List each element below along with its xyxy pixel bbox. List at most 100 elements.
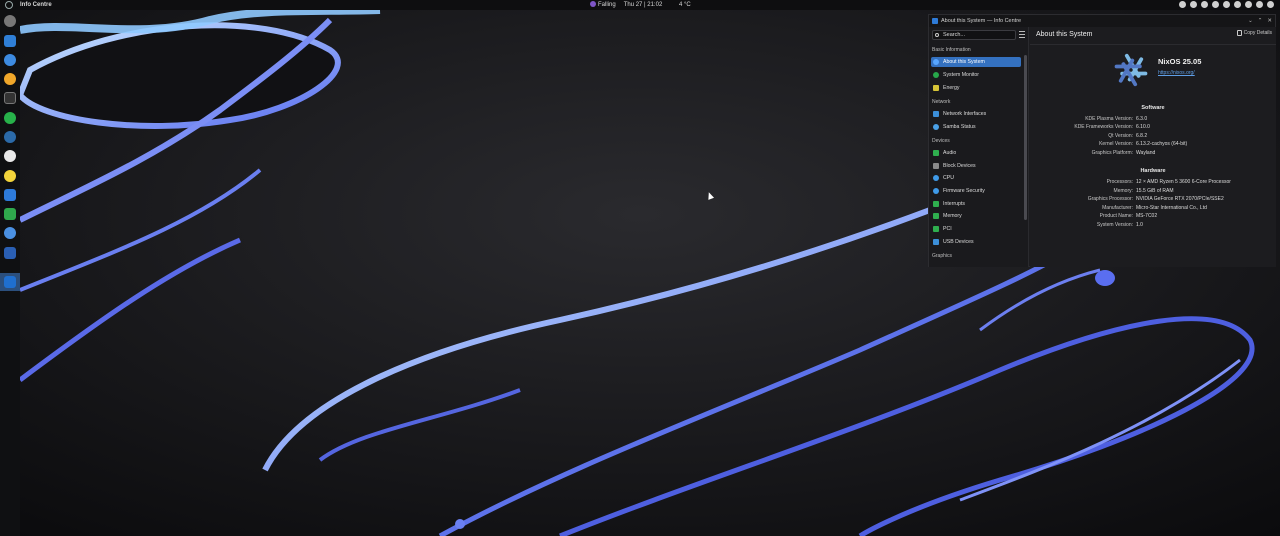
copy-icon — [1236, 30, 1242, 36]
weather-widget[interactable]: 4 °C — [679, 0, 691, 10]
sidebar-item-block-devices[interactable]: Block Devices — [931, 161, 1021, 171]
sidebar-item-network-interfaces[interactable]: Network Interfaces — [931, 109, 1021, 119]
sidebar-item-label: USB Devices — [943, 239, 974, 245]
info-row-memory: Memory: 15.5 GiB of RAM — [1030, 187, 1276, 195]
info-key: Graphics Platform: — [1091, 150, 1133, 156]
sidebar-item-system-monitor[interactable]: System Monitor — [931, 70, 1021, 80]
sidebar-item-samba-status[interactable]: Samba Status — [931, 122, 1021, 132]
settings-icon[interactable] — [4, 15, 16, 27]
info-row-product-name: Product Name: MS-7C02 — [1030, 212, 1276, 220]
interrupts-icon — [933, 201, 939, 207]
header-divider — [1030, 44, 1276, 45]
sidebar-item-energy[interactable]: Energy — [931, 83, 1021, 93]
info-row-graphics-platform: Graphics Platform: Wayland — [1030, 149, 1276, 157]
system-monitor-icon — [933, 72, 939, 78]
hamburger-menu-button[interactable] — [1019, 31, 1025, 38]
snapchat-icon[interactable] — [4, 170, 16, 182]
software-heading: Software — [1141, 105, 1165, 111]
os-name: NixOS 25.05 — [1158, 57, 1202, 66]
info-row-qt: Qt Version: 6.8.2 — [1030, 132, 1276, 140]
info-value: 6.3.0 — [1136, 116, 1148, 122]
info-key: Qt Version: — [1108, 133, 1133, 139]
info-row-plasma: KDE Plasma Version: 6.3.0 — [1030, 115, 1276, 123]
sidebar-item-memory[interactable]: Memory — [931, 211, 1021, 221]
section-basic-information: Basic Information — [932, 47, 971, 53]
tray-steam-icon[interactable] — [1212, 1, 1219, 8]
info-value: NVIDIA GeForce RTX 2070/PCIe/SSE2 — [1136, 196, 1224, 202]
info-key: Memory: — [1113, 188, 1133, 194]
sidebar-item-cpu[interactable]: CPU — [931, 173, 1021, 183]
info-value: 1.0 — [1136, 222, 1143, 228]
window-titlebar[interactable]: About this System — Info Centre ⌄ ⌃ ✕ — [929, 15, 1275, 27]
maximize-button[interactable]: ⌃ — [1258, 18, 1263, 24]
media-indicator[interactable]: Falling — [590, 0, 616, 10]
document-icon[interactable] — [4, 189, 16, 201]
minimize-button[interactable]: ⌄ — [1248, 18, 1253, 24]
os-website-link[interactable]: https://nixos.org/ — [1158, 70, 1195, 76]
info-value: 12 × AMD Ryzen 5 3600 6-Core Processor — [1136, 179, 1231, 185]
tray-power-icon[interactable] — [1267, 1, 1274, 8]
tray-notifications-icon[interactable] — [1256, 1, 1263, 8]
tray-update-icon[interactable] — [1223, 1, 1230, 8]
active-app-name: Info Centre — [20, 2, 52, 8]
steam-icon[interactable] — [4, 131, 16, 143]
copy-details-button[interactable]: Copy Details — [1236, 30, 1272, 36]
memory-icon — [933, 213, 939, 219]
info-key: Product Name: — [1099, 213, 1133, 219]
window-controls: ⌄ ⌃ ✕ — [1248, 18, 1272, 24]
music-icon — [590, 1, 596, 8]
info-icon — [933, 59, 939, 65]
tray-volume-icon[interactable] — [1201, 1, 1208, 8]
info-row-graphics-processor: Graphics Processor: NVIDIA GeForce RTX 20… — [1030, 195, 1276, 203]
system-tray — [1179, 1, 1274, 8]
terminal-icon[interactable] — [4, 92, 16, 104]
info-row-manufacturer: Manufacturer: Micro-Star International Co… — [1030, 204, 1276, 212]
spreadsheet-icon[interactable] — [4, 208, 16, 220]
sidebar-item-label: About this System — [943, 59, 985, 65]
disk-icon — [933, 163, 939, 169]
hardware-heading: Hardware — [1140, 168, 1166, 174]
sidebar-item-label: CPU — [943, 175, 954, 181]
info-key: Processors: — [1106, 179, 1133, 185]
sidebar-item-about-this-system[interactable]: About this System — [931, 57, 1021, 67]
audio-icon — [933, 150, 939, 156]
chrome-icon[interactable] — [4, 150, 16, 162]
top-panel: Info Centre Falling Thu 27 | 21:02 4 °C — [0, 0, 1280, 10]
info-value: 6.13.2-cachyos (64-bit) — [1136, 141, 1188, 147]
sidebar-item-label: System Monitor — [943, 72, 980, 78]
info-centre-window: About this System — Info Centre ⌄ ⌃ ✕ Se… — [928, 14, 1276, 267]
info-key: System Version: — [1096, 222, 1133, 228]
window-title: About this System — Info Centre — [941, 18, 1022, 24]
tray-display-icon[interactable] — [1190, 1, 1197, 8]
file-manager-icon[interactable] — [4, 35, 16, 47]
info-value: 6.10.0 — [1136, 124, 1150, 130]
tray-network-icon[interactable] — [1234, 1, 1241, 8]
app-launcher-icon[interactable] — [5, 1, 13, 9]
sidebar-item-audio[interactable]: Audio — [931, 148, 1021, 158]
sidebar-scrollbar[interactable] — [1024, 55, 1027, 220]
tray-bluetooth-icon[interactable] — [1245, 1, 1252, 8]
clock[interactable]: Thu 27 | 21:02 — [624, 0, 663, 10]
close-button[interactable]: ✕ — [1267, 18, 1272, 24]
discover-icon[interactable] — [4, 227, 16, 239]
cpu-icon — [933, 175, 939, 181]
sidebar-item-firmware-security[interactable]: Firmware Security — [931, 186, 1021, 196]
copy-details-label: Copy Details — [1243, 30, 1272, 36]
spotify-icon[interactable] — [4, 112, 16, 124]
sidebar-item-interrupts[interactable]: Interrupts — [931, 199, 1021, 209]
tray-drop-icon[interactable] — [1179, 1, 1186, 8]
info-row-frameworks: KDE Frameworks Version: 6.10.0 — [1030, 123, 1276, 131]
sidebar-item-pci[interactable]: PCI — [931, 224, 1021, 234]
firefox-icon[interactable] — [4, 73, 16, 85]
search-placeholder: Search... — [943, 32, 966, 38]
section-devices: Devices — [932, 138, 950, 144]
info-key: KDE Frameworks Version: — [1074, 124, 1133, 130]
sidebar-item-label: Block Devices — [943, 163, 976, 169]
search-icon — [935, 33, 939, 37]
sidebar-item-usb-devices[interactable]: USB Devices — [931, 237, 1021, 247]
bitwarden-icon[interactable] — [4, 247, 16, 259]
info-centre-icon[interactable] — [4, 276, 16, 288]
browser-icon[interactable] — [4, 54, 16, 66]
search-input[interactable]: Search... — [932, 30, 1016, 40]
pci-icon — [933, 226, 939, 232]
